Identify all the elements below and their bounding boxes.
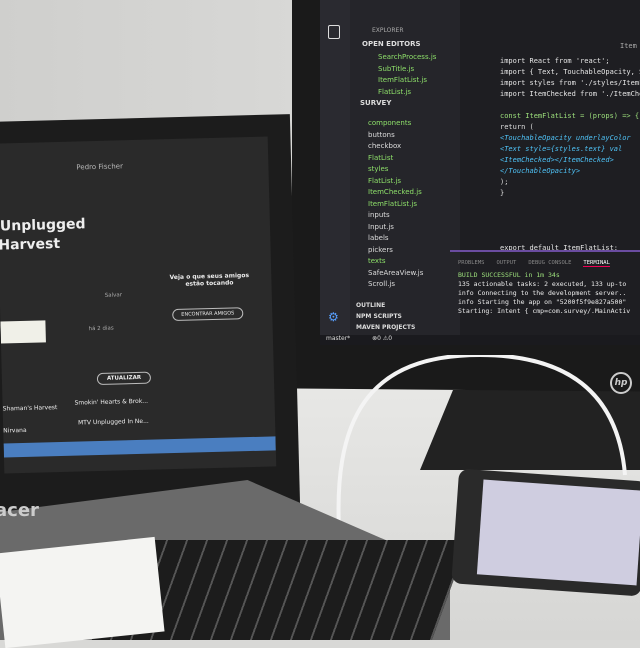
- terminal-line: info Connecting to the development serve…: [458, 289, 627, 297]
- album-title: Unplugged: [0, 216, 86, 235]
- spotify-window: Pedro Fischer Unplugged Harvest Veja o q…: [0, 136, 277, 474]
- acer-logo: acer: [0, 500, 39, 521]
- file-tree-item[interactable]: inputs: [368, 210, 423, 222]
- file-tree-item[interactable]: FlatList.js: [368, 176, 423, 188]
- panel-tab-terminal[interactable]: TERMINAL: [583, 260, 610, 267]
- windows-taskbar[interactable]: [3, 436, 276, 458]
- terminal-line: Starting: Intent { cmp=com.survey/.MainA…: [458, 307, 631, 315]
- terminal-line: 135 actionable tasks: 2 executed, 133 up…: [458, 280, 627, 288]
- user-name[interactable]: Pedro Fischer: [76, 162, 123, 171]
- file-tree-item[interactable]: pickers: [368, 245, 423, 257]
- file-tree-item[interactable]: components: [368, 118, 423, 130]
- open-editor-item[interactable]: ItemFlatList.js: [378, 75, 436, 87]
- status-bar: master* ⊗0 ⚠0: [320, 335, 640, 345]
- file-tree-item[interactable]: FlatList: [368, 153, 423, 165]
- activity-bar: ⚙: [320, 0, 350, 345]
- sidebar-section[interactable]: NPM SCRIPTS: [356, 311, 415, 322]
- phone-screen[interactable]: [476, 479, 640, 586]
- error-count[interactable]: 0: [377, 335, 381, 342]
- file-tree-item[interactable]: texts: [368, 256, 423, 268]
- warning-count[interactable]: 0: [388, 335, 392, 342]
- file-tree-item[interactable]: Scroll.js: [368, 279, 423, 291]
- open-editor-item[interactable]: SearchProcess.js: [378, 52, 436, 64]
- code-line: import { Text, TouchableOpacity, S: [500, 68, 640, 76]
- file-tree-item[interactable]: labels: [368, 233, 423, 245]
- editor-tab[interactable]: Item: [620, 42, 637, 50]
- code-line: );: [500, 178, 509, 186]
- file-tree-item[interactable]: styles: [368, 164, 423, 176]
- friends-text: Veja o que seus amigos estão tocando: [169, 272, 250, 288]
- gear-icon[interactable]: ⚙: [328, 310, 339, 324]
- panel-tab-problems[interactable]: PROBLEMS: [458, 260, 485, 267]
- code-line: <ItemChecked></ItemChecked>: [500, 156, 614, 164]
- terminal-panel[interactable]: PROBLEMS OUTPUT DEBUG CONSOLE TERMINAL BUIL…: [450, 250, 640, 335]
- track-artist[interactable]: Nirvana: [3, 427, 27, 435]
- terminal-line: info Starting the app on "5200f5f9e827a5…: [458, 298, 627, 306]
- find-friends-button[interactable]: ENCONTRAR AMIGOS: [172, 307, 244, 322]
- track-artist[interactable]: Shaman's Harvest: [3, 404, 58, 412]
- code-line: const ItemFlatList = (props) => {: [500, 112, 640, 120]
- track-title[interactable]: MTV Unplugged In Ne...: [78, 418, 149, 427]
- code-line: <TouchableOpacity underlayColor: [500, 134, 631, 142]
- code-line: return (: [500, 123, 534, 131]
- code-editor[interactable]: Item import React from 'react'; import { …: [460, 0, 640, 252]
- explorer-title: EXPLORER: [372, 27, 404, 34]
- explorer-sidebar: EXPLORER OPEN EDITORS SearchProcess.js Su…: [350, 0, 460, 345]
- code-line: </TouchableOpacity>: [500, 167, 581, 175]
- panel-tab-debug-console[interactable]: DEBUG CONSOLE: [528, 260, 571, 267]
- files-icon[interactable]: [328, 25, 340, 39]
- file-tree-item[interactable]: SafeAreaView.js: [368, 268, 423, 280]
- update-button[interactable]: ATUALIZAR: [96, 371, 152, 386]
- album-art[interactable]: [0, 320, 46, 344]
- vscode-window: ⚙ EXPLORER OPEN EDITORS SearchProcess.js…: [320, 0, 640, 345]
- file-tree-item[interactable]: buttons: [368, 130, 423, 142]
- sidebar-section[interactable]: OUTLINE: [356, 300, 415, 311]
- album-subtitle: Harvest: [0, 235, 61, 254]
- time-ago: há 2 dias: [88, 325, 114, 333]
- file-tree-item[interactable]: checkbox: [368, 141, 423, 153]
- terminal-line: BUILD SUCCESSFUL in 1m 34s: [458, 271, 560, 279]
- file-tree-item[interactable]: ItemFlatList.js: [368, 199, 423, 211]
- branch-label[interactable]: master*: [326, 335, 350, 342]
- file-tree-item[interactable]: Input.js: [368, 222, 423, 234]
- track-title[interactable]: Smokin' Hearts & Brok...: [74, 398, 148, 407]
- open-editor-item[interactable]: SubTitle.js: [378, 64, 436, 76]
- code-line: import React from 'react';: [500, 57, 610, 65]
- project-header[interactable]: SURVEY: [360, 99, 391, 107]
- code-line: import styles from './styles/ItemF: [500, 79, 640, 87]
- code-line: import ItemChecked from './ItemChe: [500, 90, 640, 98]
- panel-tab-output[interactable]: OUTPUT: [497, 260, 517, 267]
- sidebar-section[interactable]: MAVEN PROJECTS: [356, 322, 415, 333]
- file-tree-item[interactable]: ItemChecked.js: [368, 187, 423, 199]
- code-line: <Text style={styles.text} val: [500, 145, 623, 153]
- open-editor-item[interactable]: FlatList.js: [378, 87, 436, 99]
- handwritten-note: [0, 536, 165, 648]
- open-editors-header[interactable]: OPEN EDITORS: [362, 40, 421, 48]
- save-label[interactable]: Salvar: [105, 292, 122, 298]
- code-line: }: [500, 189, 505, 197]
